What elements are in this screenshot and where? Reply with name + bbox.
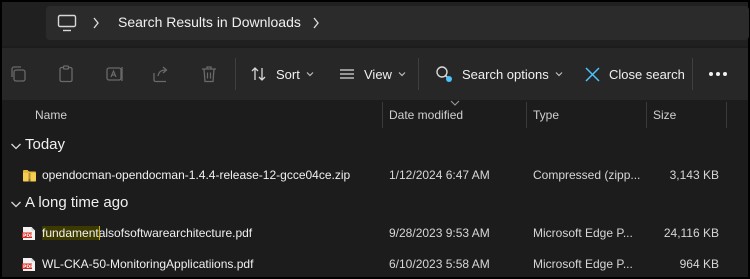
group-header-a-long-time-ago[interactable]: A long time ago [2, 192, 748, 216]
file-name: WL-CKA-50-MonitoringApplicatiions.pdf [42, 257, 254, 271]
sort-icon [251, 67, 266, 81]
column-divider[interactable] [526, 102, 527, 128]
file-type: Microsoft Edge P... [533, 257, 633, 271]
column-size[interactable]: Size [653, 108, 676, 122]
search-options-label: Search options [462, 66, 549, 82]
close-search-label: Close search [609, 66, 685, 82]
column-divider[interactable] [382, 102, 383, 128]
file-explorer-window: Search Results in Downloads Sort View Se… [0, 0, 750, 279]
paste-icon[interactable] [56, 64, 76, 84]
file-date-modified: 1/12/2024 6:47 AM [389, 168, 490, 182]
more-options-button[interactable] [708, 48, 728, 100]
chevron-down-icon[interactable] [10, 140, 22, 152]
chevron-right-icon[interactable] [92, 16, 100, 30]
column-date-modified[interactable]: Date modified [389, 108, 463, 122]
file-row[interactable]: PDF fundamentalsofsoftwarearchitecture.p… [2, 220, 748, 246]
more-icon [709, 72, 727, 76]
file-name: fundamentalsofsoftwarearchitecture.pdf [42, 226, 382, 240]
chevron-down-icon [306, 72, 314, 77]
copy-icon[interactable] [8, 64, 28, 84]
file-row[interactable]: PDF WL-CKA-50-MonitoringApplicatiions.pd… [2, 251, 748, 277]
toolbar-divider [692, 58, 693, 90]
close-icon [585, 66, 600, 82]
command-bar: Sort View Search options Close search [2, 48, 748, 100]
search-match-highlight: fundament [42, 226, 100, 240]
column-name[interactable]: Name [35, 108, 67, 122]
view-label: View [364, 66, 392, 82]
svg-text:PDF: PDF [23, 233, 33, 239]
file-row[interactable]: opendocman-opendocman-1.4.4-release-12-g… [2, 162, 748, 188]
file-size: 964 KB [679, 257, 719, 271]
chevron-right-icon[interactable] [312, 16, 320, 30]
group-header-today[interactable]: Today [2, 134, 748, 158]
rename-icon[interactable] [105, 64, 125, 84]
sort-label: Sort [276, 66, 300, 82]
file-size: 3,143 KB [669, 168, 719, 182]
column-header-row: Name Date modified Type Size [2, 100, 748, 130]
zip-folder-icon [23, 170, 36, 182]
group-title: A long time ago [25, 194, 129, 211]
column-divider[interactable] [646, 102, 647, 128]
sort-button[interactable]: Sort [250, 48, 314, 100]
file-type: Microsoft Edge P... [533, 226, 633, 240]
svg-text:PDF: PDF [23, 264, 33, 270]
file-date-modified: 9/28/2023 9:53 AM [389, 226, 490, 240]
file-name-rest: alsofsoftwarearchitecture.pdf [98, 226, 253, 240]
share-icon[interactable] [151, 64, 171, 84]
column-divider[interactable] [726, 102, 727, 128]
close-search-button[interactable]: Close search [584, 48, 685, 100]
search-options-button[interactable]: Search options [434, 48, 563, 100]
computer-icon[interactable] [57, 14, 77, 32]
sort-indicator-icon [450, 100, 460, 106]
file-size: 24,116 KB [663, 226, 719, 240]
column-type[interactable]: Type [533, 108, 559, 122]
view-list-icon [340, 69, 354, 79]
file-type: Compressed (zipp... [533, 168, 641, 182]
file-date-modified: 6/10/2023 5:58 AM [389, 257, 490, 271]
group-title: Today [25, 136, 66, 153]
chevron-down-icon [555, 72, 563, 77]
breadcrumb[interactable]: Search Results in Downloads [118, 14, 301, 30]
toolbar-divider [418, 58, 419, 90]
pdf-icon: PDF [22, 258, 35, 271]
chevron-down-icon [398, 72, 406, 77]
pdf-icon: PDF [22, 227, 35, 240]
address-bar[interactable]: Search Results in Downloads [46, 6, 749, 40]
file-name: opendocman-opendocman-1.4.4-release-12-g… [42, 168, 351, 182]
chevron-down-icon[interactable] [10, 198, 22, 210]
view-button[interactable]: View [338, 48, 406, 100]
toolbar-divider [235, 58, 236, 90]
address-bar-row: Search Results in Downloads [2, 2, 749, 46]
delete-icon[interactable] [199, 64, 219, 84]
search-options-icon [436, 66, 452, 82]
